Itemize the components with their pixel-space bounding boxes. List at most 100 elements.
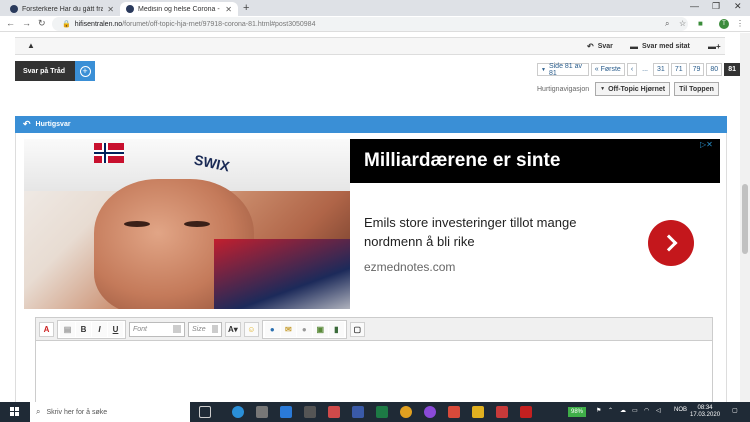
image-icon[interactable]: ▣ [312,321,328,337]
maximize-icon[interactable]: ❐ [712,1,720,12]
star-icon[interactable]: ☆ [679,19,686,28]
task-view-icon[interactable] [199,406,211,418]
mcafee-icon[interactable] [520,406,532,418]
advertisement[interactable]: SWIX Milliardærene er sinte ▷✕ Emils sto… [24,139,720,309]
warning-icon[interactable]: ▲ [27,41,35,50]
notifications-icon[interactable]: ▢ [732,407,738,414]
quote-icon[interactable]: ▢ [349,321,365,337]
app-icon[interactable] [352,406,364,418]
text-color-button[interactable]: A▾ [225,321,241,337]
tab-forsterkere[interactable]: Forsterkere Har du gått fra A-klas ✕ [4,2,120,16]
excel-icon[interactable] [376,406,388,418]
insert-group: ● ✉ ● ▣ ▮ [261,319,347,339]
size-select[interactable]: Size [188,321,222,337]
to-top-button[interactable]: Til Toppen [674,82,719,96]
clock[interactable]: 08:34 17.03.2020 [690,405,720,419]
ad-site[interactable]: ezmednotes.com [364,260,455,274]
extension-icon[interactable]: ■ [698,19,703,28]
adchoices-icon[interactable]: ▷✕ [700,140,713,149]
unlink-icon[interactable]: ● [296,321,312,337]
close-icon[interactable]: ✕ [107,5,114,14]
store-icon[interactable] [256,406,268,418]
underline-button[interactable]: U [108,321,123,337]
menu-icon[interactable]: ⋮ [736,19,744,28]
ad-body[interactable]: Emils store investeringer tillot mange n… [364,213,624,251]
ad-photo[interactable]: SWIX [24,139,350,309]
avatar[interactable]: T [719,19,729,29]
ad-arrow-button[interactable] [648,220,694,266]
reply-icon: ↶ [587,42,594,51]
pagination: ▼ Side 81 av 81 « Første ‹ ... 31 71 79 8… [537,63,740,77]
back-icon[interactable]: ← [6,18,15,28]
mail-icon[interactable] [280,406,292,418]
jacket-graphic [214,239,350,309]
prev-page-link[interactable]: ‹ [626,63,638,76]
chevron-up-icon[interactable]: ⌃ [608,407,613,414]
page-link-31[interactable]: 31 [653,63,669,76]
app-icon[interactable] [496,406,508,418]
window-close-icon[interactable]: ✕ [734,1,742,12]
scrollbar-thumb[interactable] [742,184,748,254]
ad-headline[interactable]: Milliardærene er sinte [350,139,720,183]
font-select[interactable]: Font [129,321,185,337]
search-icon[interactable]: ⌕ [665,19,669,29]
reload-icon[interactable]: ↻ [38,18,46,29]
smiley-icon[interactable]: ☺ [243,321,259,337]
multiquote-icon: ▬+ [708,42,721,51]
calculator-icon[interactable] [304,406,316,418]
battery-icon[interactable]: ▭ [632,407,638,414]
tab-medisin[interactable]: Medisin og helse Corona - Side 8 ✕ [120,2,238,16]
italic-button[interactable]: I [92,321,107,337]
cloud-icon[interactable]: ☁ [620,407,626,414]
video-icon[interactable]: ▮ [328,321,344,337]
url-path: /forumet/off-topic-hja-rnet/97918-corona… [122,20,316,28]
reply-quote-button[interactable]: ▬ Svar med sitat [630,42,690,51]
email-icon[interactable]: ✉ [280,321,296,337]
page-link-71[interactable]: 71 [670,63,687,76]
url-input[interactable]: 🔒 hifisentralen.no /forumet/off-topic-hj… [52,17,688,31]
site-favicon-icon [126,5,134,13]
size-select-label: Size [192,325,206,333]
language-indicator[interactable]: NOB [674,407,687,413]
new-tab-icon[interactable]: + [243,2,249,14]
message-textarea[interactable] [36,341,712,406]
reply-editor: A ▤ B I U Font Size A▾ ☺ ● ✉ ● ▣ ▮ ▢ [35,317,713,407]
windows-start-icon[interactable] [10,407,20,417]
quote-icon: ▬ [630,42,638,51]
editor-toolbar: A ▤ B I U Font Size A▾ ☺ ● ✉ ● ▣ ▮ ▢ [36,318,712,341]
chevron-right-icon [660,234,678,252]
edge-icon[interactable] [232,406,244,418]
format-group: ▤ B I U [57,319,126,339]
file-explorer-icon[interactable] [472,406,484,418]
forward-icon[interactable]: → [22,18,31,28]
plus-icon: + [75,61,95,81]
bold-button[interactable]: B [76,321,91,337]
app-icon[interactable] [448,406,460,418]
remove-format-icon[interactable]: A [39,321,54,337]
reply-thread-button[interactable]: Svar på Tråd + [15,61,95,81]
taskbar-search-input[interactable]: ⌕ Skriv her for å søke [30,402,190,422]
chrome-icon[interactable] [400,406,412,418]
paste-icon[interactable]: ▤ [60,321,75,337]
site-favicon-icon [10,5,18,13]
first-page-label: Første [600,66,621,73]
reply-thread-label: Svar på Tråd [15,61,75,81]
reply-button[interactable]: ↶ Svar [587,42,613,51]
wifi-icon[interactable]: ◠ [644,407,649,414]
battery-indicator[interactable]: 98% [568,407,587,417]
multiquote-button[interactable]: ▬+ [708,42,725,51]
close-icon[interactable]: ✕ [225,5,232,14]
link-icon[interactable]: ● [264,321,280,337]
app-icon[interactable] [424,406,436,418]
volume-icon[interactable]: ◁ [656,407,661,414]
page-link-80[interactable]: 80 [706,63,723,76]
tray-icon[interactable]: ⚑ [596,407,601,414]
first-page-link[interactable]: « Første [590,63,625,76]
page-info-dropdown[interactable]: ▼ Side 81 av 81 [537,63,589,77]
page-link-79[interactable]: 79 [688,63,705,76]
forum-select-button[interactable]: ▼ Off-Topic Hjørnet [595,82,671,96]
page-current-81: 81 [724,63,740,76]
minimize-icon[interactable]: — [690,1,699,11]
quick-reply-header: ↶ Hurtigsvar [15,116,727,133]
app-icon[interactable] [328,406,340,418]
